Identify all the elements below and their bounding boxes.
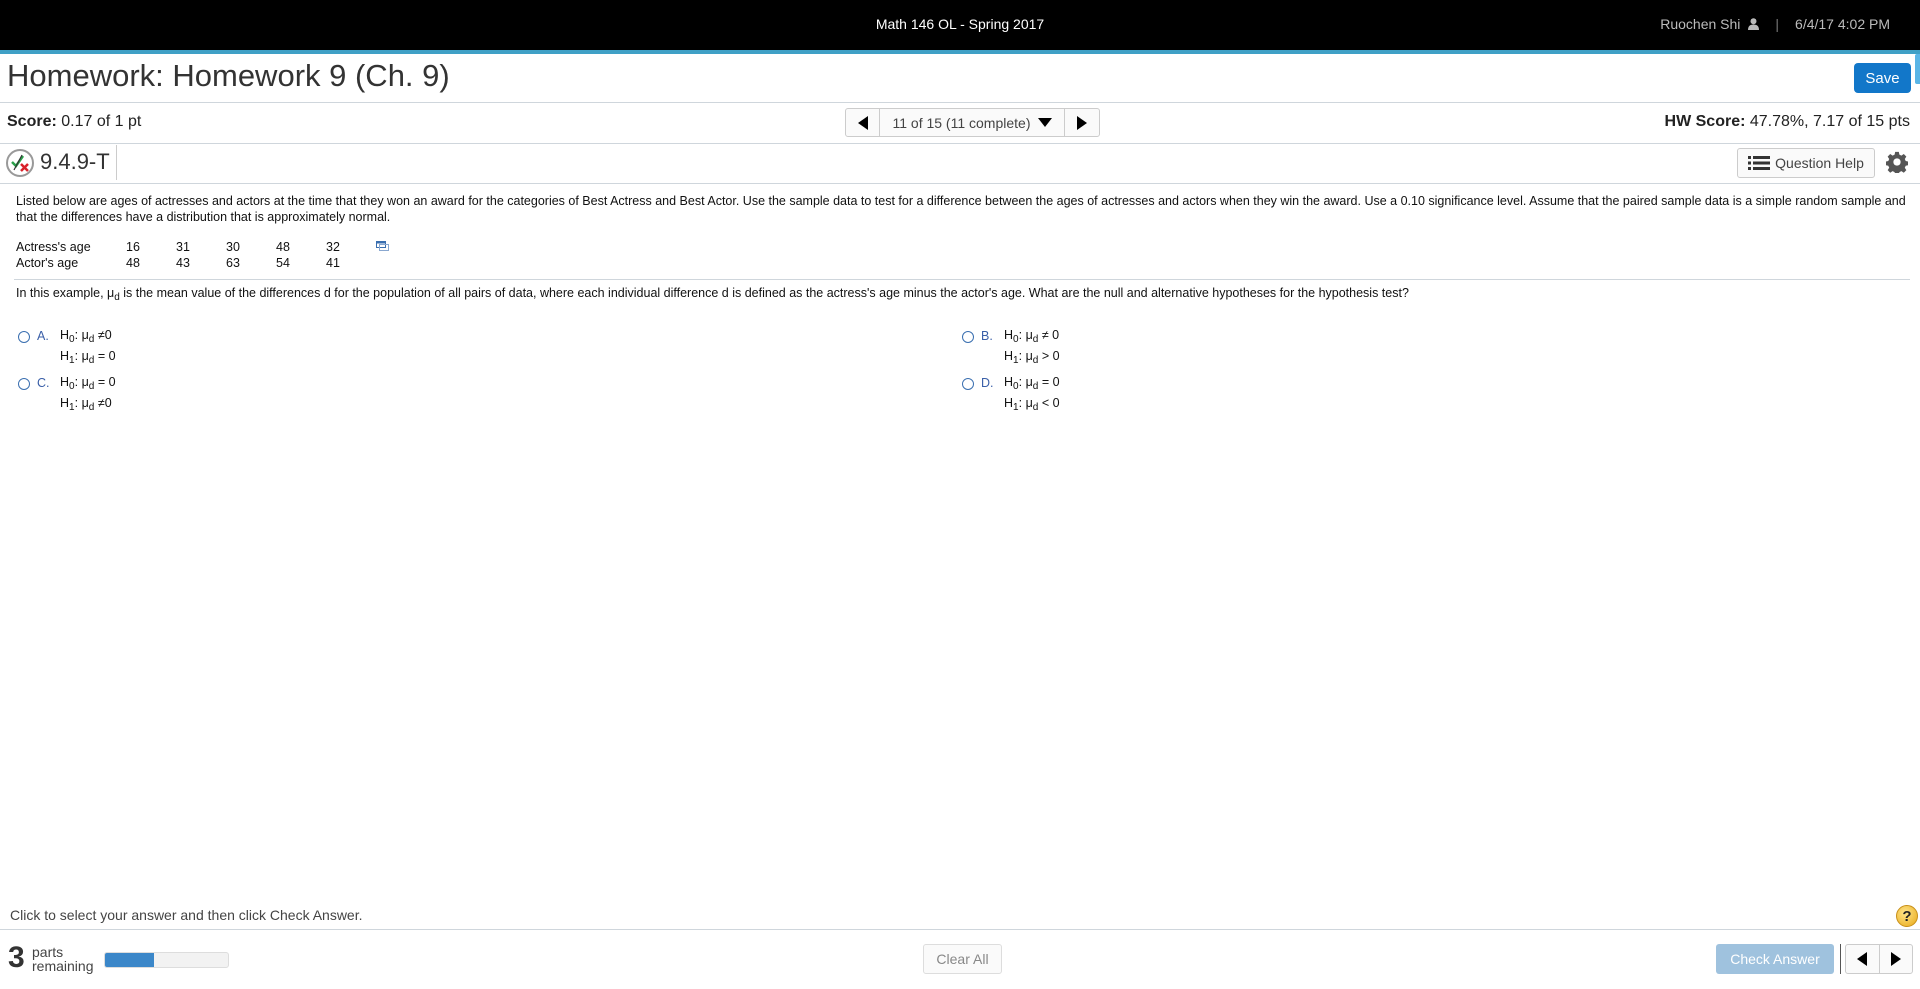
datetime: 6/4/17 4:02 PM [1795, 16, 1890, 32]
question-select-dropdown[interactable]: 11 of 15 (11 complete) [880, 109, 1065, 136]
answer-option-b[interactable]: B. H0: μd ≠ 0 H1: μd > 0 [962, 328, 1262, 368]
cell: 54 [276, 256, 290, 270]
divider [0, 183, 1920, 184]
partial-credit-icon [6, 149, 34, 177]
table-row: Actor's age 48 43 63 54 41 [16, 255, 389, 271]
previous-question-button[interactable] [1846, 945, 1880, 973]
parts-remaining-label: parts remaining [32, 945, 93, 973]
question-text-part: is the mean value of the differences d f… [119, 286, 1409, 300]
row-label: Actor's age [16, 256, 79, 270]
cell: 41 [326, 256, 340, 270]
alternative-hypothesis: H1: μd = 0 [60, 349, 116, 366]
accent-line [0, 50, 1920, 54]
copy-data-icon[interactable] [376, 241, 389, 251]
null-hypothesis: H0: μd = 0 [60, 375, 116, 392]
bottom-question-nav [1845, 944, 1913, 974]
option-letter: A. [37, 329, 49, 343]
option-letter: B. [981, 329, 993, 343]
question-text: In this example, μd is the mean value of… [16, 286, 1409, 303]
previous-question-button[interactable] [846, 109, 880, 136]
gear-icon[interactable] [1886, 151, 1908, 173]
divider [0, 102, 1920, 103]
radio-button[interactable] [962, 378, 974, 390]
option-letter: D. [981, 376, 994, 390]
question-help-button[interactable]: Question Help [1737, 148, 1875, 178]
alternative-hypothesis: H1: μd > 0 [1004, 349, 1060, 366]
cell: 48 [276, 240, 290, 254]
alternative-hypothesis: H1: μd < 0 [1004, 396, 1060, 413]
arrow-left-icon [857, 115, 868, 130]
answer-option-a[interactable]: A. H0: μd ≠0 H1: μd = 0 [18, 328, 318, 368]
cell: 32 [326, 240, 340, 254]
separator: | [1775, 16, 1780, 32]
option-letter: C. [37, 376, 50, 390]
hw-score: HW Score: 47.78%, 7.17 of 15 pts [1665, 113, 1910, 131]
help-icon[interactable]: ? [1896, 905, 1918, 927]
question-text-part: In this example, [16, 286, 108, 300]
cell: 48 [126, 256, 140, 270]
next-question-button[interactable] [1065, 109, 1099, 136]
user-info: Ruochen Shi | 6/4/17 4:02 PM [1660, 16, 1890, 32]
divider [0, 929, 1920, 930]
divider [14, 279, 1910, 280]
null-hypothesis: H0: μd ≠ 0 [1004, 328, 1060, 345]
cell: 63 [226, 256, 240, 270]
radio-button[interactable] [18, 378, 30, 390]
question-prompt: Listed below are ages of actresses and a… [16, 194, 1906, 224]
question-help-label: Question Help [1775, 155, 1864, 171]
divider [0, 143, 1920, 144]
row-label: Actress's age [16, 240, 91, 254]
question-id: 9.4.9-T [40, 149, 110, 174]
clear-all-button[interactable]: Clear All [923, 944, 1002, 974]
save-button[interactable]: Save [1854, 63, 1911, 93]
parts-label-line: parts [32, 944, 64, 960]
answer-option-c[interactable]: C. H0: μd = 0 H1: μd ≠0 [18, 375, 318, 415]
cell: 16 [126, 240, 140, 254]
parts-label-line: remaining [32, 958, 94, 974]
arrow-right-icon [1077, 115, 1087, 130]
arrow-right-icon [1890, 952, 1901, 966]
question-navigator: 11 of 15 (11 complete) [845, 108, 1100, 137]
cell: 30 [226, 240, 240, 254]
radio-button[interactable] [18, 331, 30, 343]
user-icon [1748, 18, 1760, 30]
next-question-button[interactable] [1880, 945, 1913, 973]
divider [116, 145, 117, 180]
score-label: Score: [7, 113, 57, 130]
score-value: 0.17 of 1 pt [61, 113, 142, 130]
radio-button[interactable] [962, 331, 974, 343]
hw-score-value: 47.78%, 7.17 of 15 pts [1749, 113, 1910, 130]
data-table: Actress's age 16 31 30 48 32 Actor's age… [16, 239, 389, 271]
course-title: Math 146 OL - Spring 2017 [875, 16, 1045, 32]
instruction-text: Click to select your answer and then cli… [10, 907, 363, 923]
question-score: Score: 0.17 of 1 pt [7, 113, 141, 131]
user-name[interactable]: Ruochen Shi [1660, 16, 1740, 32]
table-row: Actress's age 16 31 30 48 32 [16, 239, 389, 255]
list-icon [1748, 156, 1771, 170]
page-title: Homework: Homework 9 (Ch. 9) [7, 58, 450, 93]
check-answer-button[interactable]: Check Answer [1716, 944, 1834, 974]
caret-down-icon [1037, 118, 1052, 127]
answer-option-d[interactable]: D. H0: μd = 0 H1: μd < 0 [962, 375, 1262, 415]
top-bar: Math 146 OL - Spring 2017 Ruochen Shi | … [0, 0, 1920, 50]
parts-progress-bar [104, 952, 229, 968]
progress-fill [105, 953, 155, 967]
alternative-hypothesis: H1: μd ≠0 [60, 396, 112, 413]
null-hypothesis: H0: μd ≠0 [60, 328, 112, 345]
parts-remaining-count: 3 [8, 941, 25, 974]
arrow-left-icon [1857, 952, 1868, 966]
hw-score-label: HW Score: [1664, 113, 1746, 130]
side-tab[interactable] [1915, 54, 1920, 84]
null-hypothesis: H0: μd = 0 [1004, 375, 1060, 392]
copy-cell [376, 239, 389, 255]
question-position: 11 of 15 (11 complete) [892, 114, 1031, 131]
cell: 43 [176, 256, 190, 270]
cell: 31 [176, 240, 190, 254]
divider [1840, 944, 1841, 974]
